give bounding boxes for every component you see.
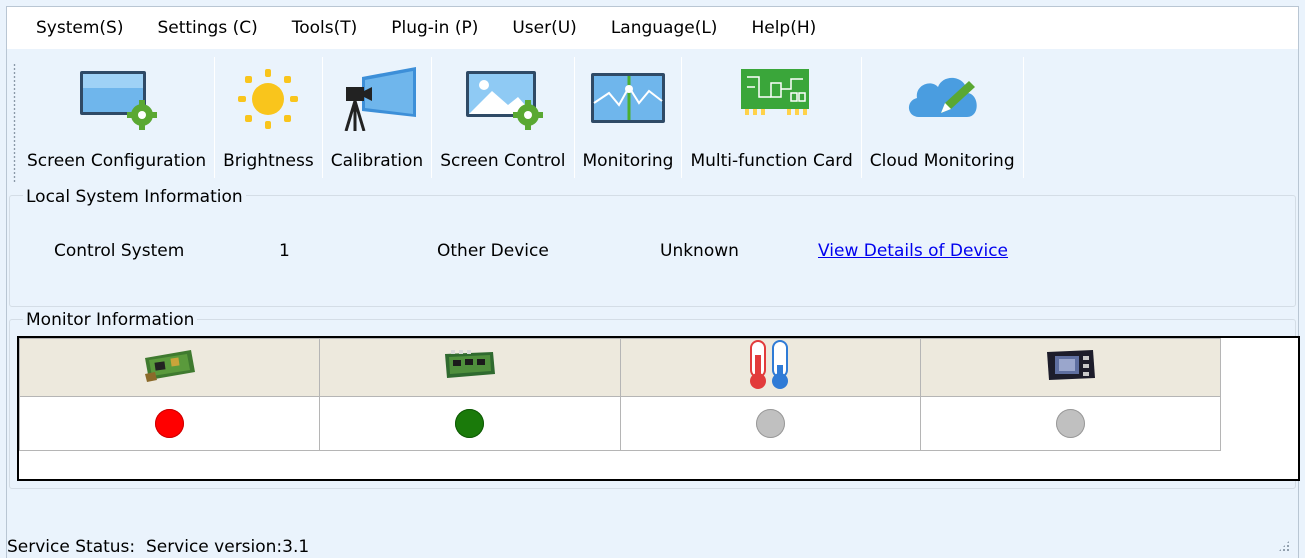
local-system-info-title: Local System Information xyxy=(23,187,246,207)
screen-config-icon xyxy=(76,67,158,131)
toolbar-divider xyxy=(1022,57,1024,178)
cloud-monitoring-button[interactable]: Cloud Monitoring xyxy=(862,51,1023,188)
camera-tripod-icon xyxy=(336,67,418,131)
menu-settings[interactable]: Settings (C) xyxy=(157,18,257,38)
monitor-status-cell xyxy=(919,396,1222,451)
monitor-col-receiving-card[interactable] xyxy=(319,338,621,397)
local-system-info-group xyxy=(9,195,1296,307)
circuit-board-icon xyxy=(731,67,813,131)
monitor-status-cell xyxy=(18,396,321,451)
view-details-link[interactable]: View Details of Device xyxy=(818,241,1008,261)
monitor-table-frame xyxy=(17,336,1300,481)
status-indicator-module xyxy=(1055,409,1085,438)
monitor-status-row xyxy=(18,396,1222,451)
multi-function-card-button[interactable]: Multi-function Card xyxy=(682,51,860,188)
cloud-edit-icon xyxy=(901,67,983,131)
toolbar-grip[interactable] xyxy=(13,63,16,183)
monitoring-label: Monitoring xyxy=(582,151,674,171)
other-device-label: Other Device xyxy=(437,241,549,261)
chip-module-icon xyxy=(1047,350,1096,380)
other-device-value: Unknown xyxy=(660,241,739,261)
menu-system[interactable]: System(S) xyxy=(36,18,123,38)
calibration-label: Calibration xyxy=(330,151,424,171)
menu-tools[interactable]: Tools(T) xyxy=(292,18,358,38)
monitoring-button[interactable]: Monitoring xyxy=(575,51,682,188)
menu-bar: System(S) Settings (C) Tools(T) Plug-in … xyxy=(7,7,1298,49)
control-system-value: 1 xyxy=(279,241,290,261)
screen-configuration-label: Screen Configuration xyxy=(27,151,207,171)
cloud-monitoring-label: Cloud Monitoring xyxy=(869,151,1015,171)
monitor-col-sending-card[interactable] xyxy=(18,338,321,397)
monitor-header-row xyxy=(18,338,1222,397)
status-indicator-receiving-card xyxy=(455,409,485,438)
screen-control-button[interactable]: Screen Control xyxy=(432,51,573,188)
calibration-button[interactable]: Calibration xyxy=(323,51,432,188)
screen-configuration-button[interactable]: Screen Configuration xyxy=(17,51,214,188)
menu-plugin[interactable]: Plug-in (P) xyxy=(391,18,478,38)
control-system-label: Control System xyxy=(54,241,185,261)
receiving-card-icon xyxy=(444,350,495,378)
resize-grip[interactable] xyxy=(1278,540,1290,552)
thermometer-icon xyxy=(750,340,789,389)
screen-control-icon xyxy=(462,67,544,131)
monitor-status-cell xyxy=(619,396,921,451)
sun-icon xyxy=(227,67,309,131)
status-indicator-sending-card xyxy=(155,409,185,438)
sending-card-icon xyxy=(144,350,195,382)
main-window: System(S) Settings (C) Tools(T) Plug-in … xyxy=(6,6,1300,558)
brightness-button[interactable]: Brightness xyxy=(215,51,322,188)
brightness-label: Brightness xyxy=(223,151,314,171)
monitor-col-module[interactable] xyxy=(919,338,1222,397)
screen-control-label: Screen Control xyxy=(440,151,566,171)
monitor-wave-icon xyxy=(587,67,669,131)
status-bar-text: Service Status: Service version:3.1 xyxy=(7,537,310,557)
menu-user[interactable]: User(U) xyxy=(512,18,576,38)
monitor-table xyxy=(18,338,1222,451)
toolbar: Screen Configuration Brightness Calibrat… xyxy=(7,51,1298,188)
monitor-status-cell xyxy=(319,396,621,451)
menu-language[interactable]: Language(L) xyxy=(611,18,718,38)
status-indicator-temperature xyxy=(755,409,785,438)
multi-function-card-label: Multi-function Card xyxy=(690,151,853,171)
menu-help[interactable]: Help(H) xyxy=(751,18,816,38)
monitor-col-temperature[interactable] xyxy=(619,338,921,397)
monitor-info-title: Monitor Information xyxy=(23,310,198,330)
